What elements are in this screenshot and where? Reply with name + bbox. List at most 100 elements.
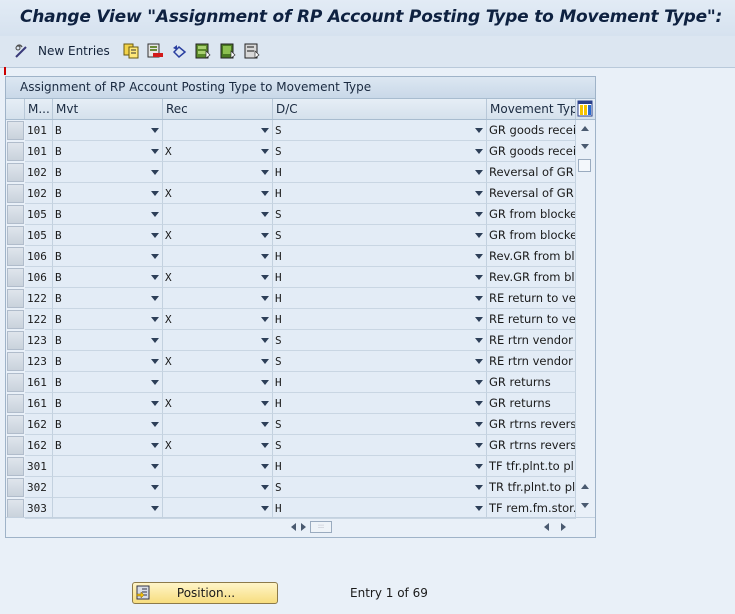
cell-dc-dropdown[interactable]: H	[273, 162, 487, 183]
row-selector[interactable]	[7, 394, 24, 413]
dropdown-arrow-icon[interactable]	[475, 506, 483, 511]
cell-dc-dropdown[interactable]: H	[273, 309, 487, 330]
cell-dc-dropdown[interactable]: H	[273, 183, 487, 204]
delete-button[interactable]	[147, 41, 163, 61]
row-selector[interactable]	[7, 478, 24, 497]
dropdown-arrow-icon[interactable]	[261, 338, 269, 343]
deselect-all-button[interactable]	[244, 41, 260, 61]
dropdown-arrow-icon[interactable]	[261, 317, 269, 322]
dropdown-arrow-icon[interactable]	[151, 443, 159, 448]
row-selector[interactable]	[7, 163, 24, 182]
dropdown-arrow-icon[interactable]	[475, 191, 483, 196]
row-selector[interactable]	[7, 499, 24, 518]
cell-dc-dropdown[interactable]: H	[273, 498, 487, 519]
dropdown-arrow-icon[interactable]	[261, 359, 269, 364]
column-header-movement-type[interactable]: Movement Type	[487, 99, 576, 119]
cell-mvt-dropdown[interactable]: B	[53, 183, 163, 204]
row-selector[interactable]	[7, 310, 24, 329]
cell-rec-dropdown[interactable]: X	[163, 267, 273, 288]
cell-rec-dropdown[interactable]: X	[163, 309, 273, 330]
row-selector[interactable]	[7, 247, 24, 266]
column-header-m[interactable]: M...	[25, 99, 53, 119]
cell-mvt-dropdown[interactable]: B	[53, 225, 163, 246]
dropdown-arrow-icon[interactable]	[261, 485, 269, 490]
row-selector[interactable]	[7, 226, 24, 245]
dropdown-arrow-icon[interactable]	[261, 464, 269, 469]
dropdown-arrow-icon[interactable]	[261, 422, 269, 427]
row-selector[interactable]	[7, 289, 24, 308]
cell-mvt-dropdown[interactable]: B	[53, 435, 163, 456]
cell-dc-dropdown[interactable]: H	[273, 246, 487, 267]
dropdown-arrow-icon[interactable]	[475, 128, 483, 133]
dropdown-arrow-icon[interactable]	[151, 128, 159, 133]
scroll-left-button-2[interactable]	[542, 522, 552, 532]
dropdown-arrow-icon[interactable]	[475, 359, 483, 364]
dropdown-arrow-icon[interactable]	[261, 275, 269, 280]
scroll-down-button[interactable]	[577, 497, 593, 513]
cell-dc-dropdown[interactable]: H	[273, 372, 487, 393]
cell-dc-dropdown[interactable]: H	[273, 456, 487, 477]
cell-mvt-dropdown[interactable]	[53, 456, 163, 477]
row-selector[interactable]	[7, 142, 24, 161]
dropdown-arrow-icon[interactable]	[151, 254, 159, 259]
cell-mvt-dropdown[interactable]: B	[53, 162, 163, 183]
dropdown-arrow-icon[interactable]	[151, 380, 159, 385]
dropdown-arrow-icon[interactable]	[475, 275, 483, 280]
dropdown-arrow-icon[interactable]	[151, 422, 159, 427]
scroll-right-button[interactable]	[298, 522, 308, 532]
scroll-down-page-button[interactable]	[577, 138, 593, 154]
vertical-scrollbar[interactable]	[577, 120, 593, 520]
scroll-up-button[interactable]	[577, 120, 593, 136]
scroll-right-button-2[interactable]	[558, 522, 568, 532]
cell-rec-dropdown[interactable]	[163, 120, 273, 141]
dropdown-arrow-icon[interactable]	[475, 401, 483, 406]
cell-mvt-dropdown[interactable]: B	[53, 204, 163, 225]
cell-mvt-dropdown[interactable]: B	[53, 267, 163, 288]
select-all-rows-button[interactable]	[6, 99, 25, 119]
cell-rec-dropdown[interactable]	[163, 456, 273, 477]
dropdown-arrow-icon[interactable]	[261, 170, 269, 175]
dropdown-arrow-icon[interactable]	[261, 380, 269, 385]
dropdown-arrow-icon[interactable]	[475, 443, 483, 448]
cell-mvt-dropdown[interactable]	[53, 498, 163, 519]
cell-mvt-dropdown[interactable]: B	[53, 372, 163, 393]
cell-rec-dropdown[interactable]	[163, 246, 273, 267]
cell-rec-dropdown[interactable]	[163, 498, 273, 519]
dropdown-arrow-icon[interactable]	[261, 254, 269, 259]
cell-rec-dropdown[interactable]: X	[163, 225, 273, 246]
cell-rec-dropdown[interactable]	[163, 414, 273, 435]
dropdown-arrow-icon[interactable]	[475, 149, 483, 154]
cell-dc-dropdown[interactable]: S	[273, 414, 487, 435]
dropdown-arrow-icon[interactable]	[261, 149, 269, 154]
dropdown-arrow-icon[interactable]	[151, 464, 159, 469]
dropdown-arrow-icon[interactable]	[475, 422, 483, 427]
dropdown-arrow-icon[interactable]	[261, 506, 269, 511]
dropdown-arrow-icon[interactable]	[475, 296, 483, 301]
cell-rec-dropdown[interactable]: X	[163, 393, 273, 414]
cell-rec-dropdown[interactable]	[163, 204, 273, 225]
dropdown-arrow-icon[interactable]	[261, 233, 269, 238]
cell-rec-dropdown[interactable]: X	[163, 435, 273, 456]
scroll-up-page-button[interactable]	[577, 478, 593, 494]
cell-mvt-dropdown[interactable]: B	[53, 414, 163, 435]
column-configuration-button[interactable]	[577, 100, 593, 117]
cell-rec-dropdown[interactable]: X	[163, 183, 273, 204]
column-header-rec[interactable]: Rec	[163, 99, 273, 119]
dropdown-arrow-icon[interactable]	[475, 380, 483, 385]
cell-dc-dropdown[interactable]: S	[273, 141, 487, 162]
dropdown-arrow-icon[interactable]	[475, 485, 483, 490]
dropdown-arrow-icon[interactable]	[475, 338, 483, 343]
row-selector[interactable]	[7, 457, 24, 476]
dropdown-arrow-icon[interactable]	[151, 296, 159, 301]
dropdown-arrow-icon[interactable]	[151, 317, 159, 322]
dropdown-arrow-icon[interactable]	[151, 506, 159, 511]
cell-dc-dropdown[interactable]: S	[273, 351, 487, 372]
dropdown-arrow-icon[interactable]	[151, 359, 159, 364]
select-all-button[interactable]	[195, 41, 211, 61]
new-entries-button[interactable]: New Entries	[14, 41, 110, 61]
dropdown-arrow-icon[interactable]	[475, 317, 483, 322]
cell-dc-dropdown[interactable]: H	[273, 393, 487, 414]
row-selector[interactable]	[7, 184, 24, 203]
cell-mvt-dropdown[interactable]: B	[53, 288, 163, 309]
dropdown-arrow-icon[interactable]	[475, 254, 483, 259]
